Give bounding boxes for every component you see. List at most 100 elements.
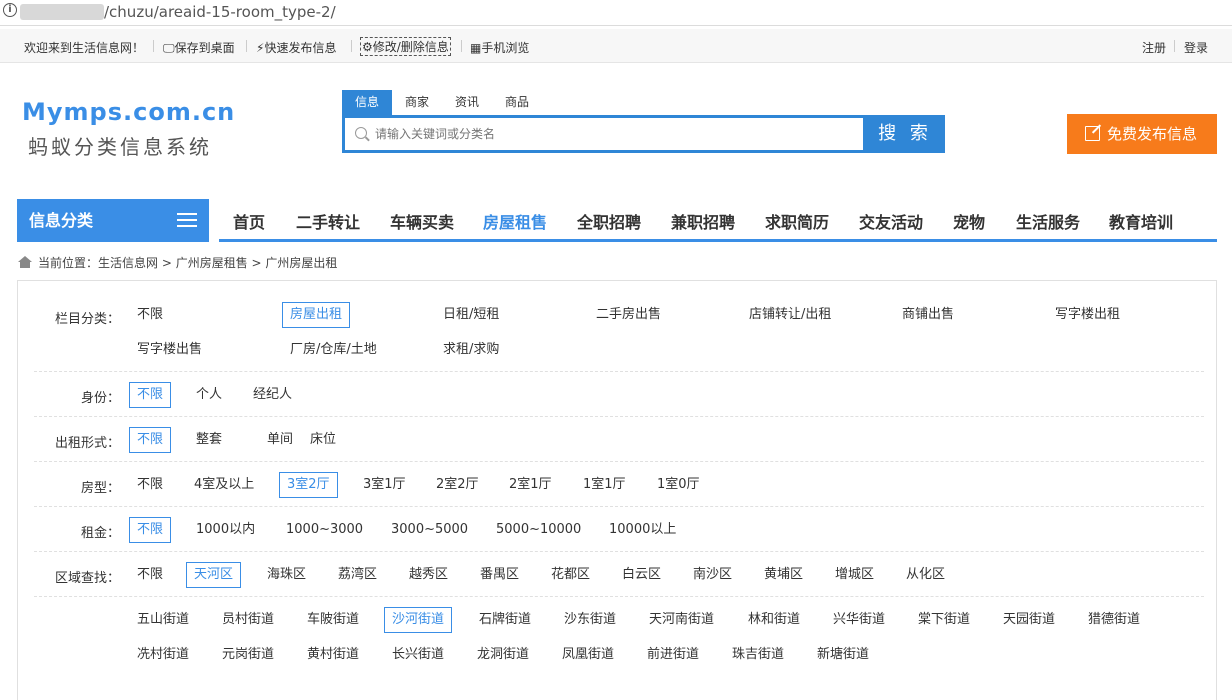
- filter-option[interactable]: 3室1厅: [355, 472, 414, 498]
- edit-delete-link[interactable]: ⚙修改/删除信息: [360, 37, 451, 56]
- filter-option[interactable]: 2室1厅: [501, 472, 560, 498]
- filter-option[interactable]: 员村街道: [214, 607, 282, 633]
- register-link[interactable]: 注册: [1142, 39, 1166, 56]
- filter-option[interactable]: 越秀区: [401, 562, 456, 588]
- filter-option[interactable]: 前进街道: [639, 642, 707, 668]
- filter-option[interactable]: 龙洞街道: [469, 642, 537, 668]
- breadcrumb-item[interactable]: 广州房屋租售: [176, 256, 248, 270]
- filter-option[interactable]: 黄埔区: [756, 562, 811, 588]
- filter-option[interactable]: 天园街道: [995, 607, 1063, 633]
- filter-option-selected[interactable]: 不限: [129, 517, 172, 543]
- filter-option[interactable]: 元岗街道: [214, 642, 282, 668]
- nav-item-pets[interactable]: 宠物: [953, 209, 985, 233]
- browser-url-bar[interactable]: i /chuzu/areaid-15-room_type-2/: [0, 0, 1232, 26]
- filter-option-selected[interactable]: 天河区: [186, 562, 242, 588]
- filter-option[interactable]: 1室1厅: [575, 472, 634, 498]
- filter-option[interactable]: 经纪人: [245, 382, 300, 408]
- filter-option[interactable]: 花都区: [543, 562, 598, 588]
- filter-option-selected[interactable]: 房屋出租: [282, 302, 351, 328]
- filter-option[interactable]: 长兴街道: [384, 642, 452, 668]
- filter-option[interactable]: 从化区: [898, 562, 953, 588]
- search-tab-merchant[interactable]: 商家: [392, 90, 442, 116]
- filter-option[interactable]: 兴华街道: [825, 607, 893, 633]
- nav-item-housing[interactable]: 房屋租售: [483, 209, 547, 233]
- filter-option[interactable]: 5000~10000: [488, 517, 589, 543]
- nav-item-fulltime-jobs[interactable]: 全职招聘: [577, 209, 641, 233]
- breadcrumb-item[interactable]: 广州房屋出租: [265, 256, 337, 270]
- filter-option[interactable]: 增城区: [827, 562, 882, 588]
- filter-option[interactable]: 林和街道: [740, 607, 808, 633]
- search-input[interactable]: [375, 123, 855, 145]
- nav-item-education[interactable]: 教育培训: [1109, 209, 1173, 233]
- filter-option[interactable]: 沙东街道: [556, 607, 624, 633]
- filter-option[interactable]: 不限: [129, 472, 171, 498]
- info-icon[interactable]: i: [3, 3, 17, 17]
- nav-item-social[interactable]: 交友活动: [859, 209, 923, 233]
- site-logo[interactable]: Mymps.com.cn: [22, 98, 235, 126]
- save-desktop-link[interactable]: 🖵保存到桌面: [163, 39, 235, 56]
- filter-option-selected[interactable]: 不限: [129, 382, 172, 408]
- nav-item-vehicles[interactable]: 车辆买卖: [390, 209, 454, 233]
- search-button[interactable]: 搜 索: [865, 115, 945, 153]
- filter-option[interactable]: 整套: [188, 427, 230, 453]
- filter-option[interactable]: 黄村街道: [299, 642, 367, 668]
- filter-option[interactable]: 写字楼出售: [129, 337, 210, 363]
- filter-option[interactable]: 厂房/仓库/土地: [282, 337, 385, 363]
- search-tab-news[interactable]: 资讯: [442, 90, 492, 116]
- filter-option[interactable]: 番禺区: [472, 562, 527, 588]
- filter-option[interactable]: 新塘街道: [809, 642, 877, 668]
- nav-item-resumes[interactable]: 求职简历: [765, 209, 829, 233]
- filter-option[interactable]: 2室2厅: [428, 472, 487, 498]
- filter-option[interactable]: 商铺出售: [894, 302, 962, 328]
- nav-item-secondhand[interactable]: 二手转让: [296, 209, 360, 233]
- filter-option[interactable]: 车陂街道: [299, 607, 367, 633]
- filter-option[interactable]: 日租/短租: [435, 302, 507, 328]
- filter-option[interactable]: 白云区: [614, 562, 669, 588]
- filter-option[interactable]: 3000~5000: [383, 517, 476, 543]
- nav-item-services[interactable]: 生活服务: [1016, 209, 1080, 233]
- filter-option[interactable]: 海珠区: [259, 562, 314, 588]
- nav-item-parttime-jobs[interactable]: 兼职招聘: [671, 209, 735, 233]
- nav-item-home[interactable]: 首页: [233, 209, 265, 233]
- filter-option[interactable]: 4室及以上: [186, 472, 262, 498]
- menu-icon: [177, 213, 197, 227]
- filter-option[interactable]: 1000~3000: [278, 517, 371, 543]
- filter-option[interactable]: 石牌街道: [471, 607, 539, 633]
- filter-option[interactable]: 店铺转让/出租: [741, 302, 839, 328]
- search-tab-goods[interactable]: 商品: [492, 90, 542, 116]
- filter-option[interactable]: 二手房出售: [588, 302, 669, 328]
- url-path[interactable]: /chuzu/areaid-15-room_type-2/: [104, 3, 336, 21]
- filter-option[interactable]: 猎德街道: [1080, 607, 1148, 633]
- filter-option[interactable]: 1室0厅: [649, 472, 708, 498]
- filter-option[interactable]: 五山街道: [129, 607, 197, 633]
- filter-option[interactable]: 床位: [302, 427, 344, 453]
- filter-option[interactable]: 珠吉街道: [724, 642, 792, 668]
- filter-option-selected[interactable]: 不限: [129, 427, 172, 453]
- filter-option[interactable]: 南沙区: [685, 562, 740, 588]
- category-menu-button[interactable]: 信息分类: [17, 199, 209, 242]
- search-tab-info[interactable]: 信息: [342, 90, 392, 116]
- free-post-button[interactable]: 免费发布信息: [1067, 114, 1217, 154]
- filter-option[interactable]: 不限: [129, 302, 171, 328]
- filter-option[interactable]: 不限: [129, 562, 171, 588]
- filter-option[interactable]: 冼村街道: [129, 642, 197, 668]
- filter-option[interactable]: 10000以上: [601, 517, 684, 543]
- login-link[interactable]: 登录: [1184, 39, 1208, 56]
- filter-option[interactable]: 荔湾区: [330, 562, 385, 588]
- filter-option[interactable]: 写字楼出租: [1047, 302, 1128, 328]
- breadcrumb-item[interactable]: 生活信息网: [98, 256, 158, 270]
- filter-option[interactable]: 个人: [188, 382, 230, 408]
- filter-option[interactable]: 求租/求购: [435, 337, 507, 363]
- filter-label: 出租形式：: [54, 436, 120, 451]
- filter-option[interactable]: 单间: [259, 427, 301, 453]
- filter-option-selected[interactable]: 3室2厅: [279, 472, 338, 498]
- divider: [1174, 40, 1175, 52]
- filter-option[interactable]: 1000以内: [188, 517, 263, 543]
- filter-option[interactable]: 天河南街道: [641, 607, 722, 633]
- filter-option[interactable]: 凤凰街道: [554, 642, 622, 668]
- mobile-link[interactable]: ▦手机浏览: [470, 39, 529, 56]
- filter-option[interactable]: 棠下街道: [910, 607, 978, 633]
- divider: [153, 40, 154, 52]
- filter-option-selected[interactable]: 沙河街道: [384, 607, 453, 633]
- quick-post-link[interactable]: ⚡快速发布信息: [256, 39, 336, 56]
